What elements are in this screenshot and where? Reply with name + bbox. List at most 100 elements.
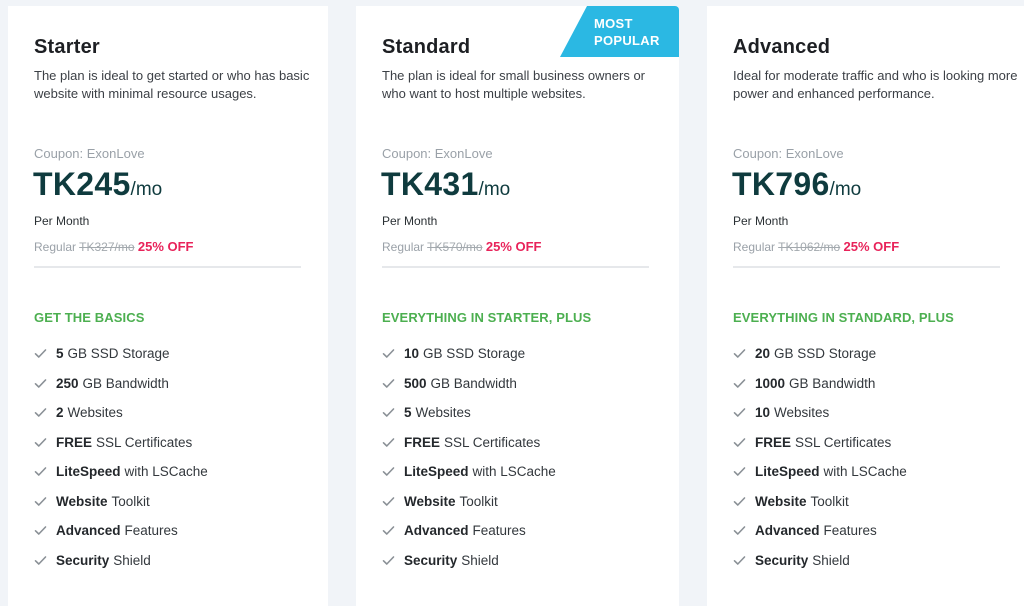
plan-card-advanced: Advanced Ideal for moderate traffic and …: [707, 6, 1024, 606]
coupon-code: Coupon: ExonLove: [382, 146, 493, 161]
feature-text: Shield: [812, 552, 850, 568]
check-icon: [733, 437, 746, 447]
check-icon: [733, 408, 746, 418]
most-popular-label: MOST POPULAR: [594, 16, 660, 48]
feature-text: Websites: [774, 405, 830, 421]
check-icon: [382, 467, 395, 477]
feature-item: 500 GB Bandwidth: [382, 369, 556, 399]
price-period: /mo: [130, 179, 163, 200]
feature-item: 20 GB SSD Storage: [733, 339, 907, 369]
feature-list: 20 GB SSD Storage 1000 GB Bandwidth 10 Websit…: [733, 339, 907, 575]
plan-description: The plan is ideal to get started or who …: [34, 68, 310, 101]
feature-highlight: Website: [755, 493, 807, 509]
feature-highlight: Advanced: [56, 523, 121, 539]
feature-text: with LSCache: [124, 464, 208, 480]
check-icon: [733, 496, 746, 506]
discount-badge: 25% OFF: [485, 239, 542, 254]
regular-price: TK570/mo: [427, 240, 483, 254]
feature-highlight: 5: [404, 405, 412, 421]
feature-item: Website Toolkit: [733, 487, 907, 517]
feature-item: LiteSpeed with LSCache: [733, 457, 907, 487]
feature-text: GB Bandwidth: [82, 375, 169, 391]
billing-period-label: Per Month: [382, 214, 438, 228]
plan-name: Standard: [382, 36, 471, 58]
feature-text: with LSCache: [823, 464, 907, 480]
feature-item: Security Shield: [733, 546, 907, 576]
plan-price: TK431/mo: [381, 166, 510, 203]
feature-text: GB Bandwidth: [789, 375, 876, 391]
feature-highlight: LiteSpeed: [56, 464, 121, 480]
feature-text: Shield: [113, 552, 151, 568]
feature-highlight: 2: [56, 405, 64, 421]
feature-item: FREE SSL Certificates: [382, 428, 556, 458]
feature-item: Advanced Features: [733, 516, 907, 546]
check-icon: [733, 555, 746, 565]
feature-highlight: Security: [404, 552, 458, 568]
feature-highlight: Website: [404, 493, 456, 509]
feature-text: Toolkit: [111, 493, 150, 509]
feature-highlight: Security: [56, 552, 110, 568]
price-period: /mo: [478, 179, 511, 200]
feature-text: GB SSD Storage: [774, 346, 877, 362]
feature-text: SSL Certificates: [96, 434, 193, 450]
feature-highlight: 250: [56, 375, 79, 391]
price-amount: TK796: [732, 166, 830, 202]
feature-highlight: 20: [755, 346, 771, 362]
billing-period-label: Per Month: [733, 214, 789, 228]
feature-item: Website Toolkit: [34, 487, 208, 517]
regular-price-line: Regular TK570/mo 25% OFF: [382, 239, 541, 254]
feature-highlight: LiteSpeed: [755, 464, 820, 480]
price-amount: TK245: [33, 166, 131, 202]
discount-badge: 25% OFF: [137, 239, 194, 254]
check-icon: [34, 496, 47, 506]
check-icon: [34, 349, 47, 359]
regular-price: TK1062/mo: [778, 240, 841, 254]
feature-list: 10 GB SSD Storage 500 GB Bandwidth 5 Websites…: [382, 339, 556, 575]
check-icon: [34, 408, 47, 418]
feature-highlight: 10: [404, 346, 420, 362]
feature-highlight: FREE: [404, 434, 441, 450]
feature-item: 1000 GB Bandwidth: [733, 369, 907, 399]
feature-item: Advanced Features: [34, 516, 208, 546]
billing-period-label: Per Month: [34, 214, 90, 228]
plan-description: Ideal for moderate traffic and who is lo…: [733, 68, 1018, 101]
feature-highlight: 1000: [755, 375, 786, 391]
feature-item: 10 GB SSD Storage: [382, 339, 556, 369]
feature-item: FREE SSL Certificates: [34, 428, 208, 458]
feature-highlight: Website: [56, 493, 108, 509]
check-icon: [733, 349, 746, 359]
check-icon: [34, 526, 47, 536]
divider: [382, 266, 649, 268]
check-icon: [34, 437, 47, 447]
feature-item: LiteSpeed with LSCache: [382, 457, 556, 487]
check-icon: [733, 378, 746, 388]
regular-label: Regular: [34, 240, 77, 254]
check-icon: [733, 467, 746, 477]
feature-text: Toolkit: [810, 493, 849, 509]
feature-text: GB SSD Storage: [423, 346, 526, 362]
plan-description: The plan is ideal for small business own…: [382, 68, 646, 101]
check-icon: [382, 437, 395, 447]
price-amount: TK431: [381, 166, 479, 202]
feature-text: Features: [472, 523, 526, 539]
check-icon: [733, 526, 746, 536]
feature-text: SSL Certificates: [444, 434, 541, 450]
coupon-code: Coupon: ExonLove: [34, 146, 145, 161]
feature-text: Websites: [415, 405, 471, 421]
feature-highlight: 500: [404, 375, 427, 391]
feature-text: Shield: [461, 552, 499, 568]
regular-price-line: Regular TK1062/mo 25% OFF: [733, 239, 899, 254]
feature-item: Security Shield: [382, 546, 556, 576]
check-icon: [34, 467, 47, 477]
feature-item: 10 Websites: [733, 398, 907, 428]
plan-name: Advanced: [733, 36, 831, 58]
feature-text: Toolkit: [459, 493, 498, 509]
feature-text: GB Bandwidth: [430, 375, 517, 391]
discount-badge: 25% OFF: [843, 239, 900, 254]
check-icon: [382, 408, 395, 418]
feature-highlight: Advanced: [755, 523, 820, 539]
regular-label: Regular: [733, 240, 776, 254]
plan-price: TK796/mo: [732, 166, 861, 203]
divider: [733, 266, 1000, 268]
feature-text: Features: [823, 523, 877, 539]
